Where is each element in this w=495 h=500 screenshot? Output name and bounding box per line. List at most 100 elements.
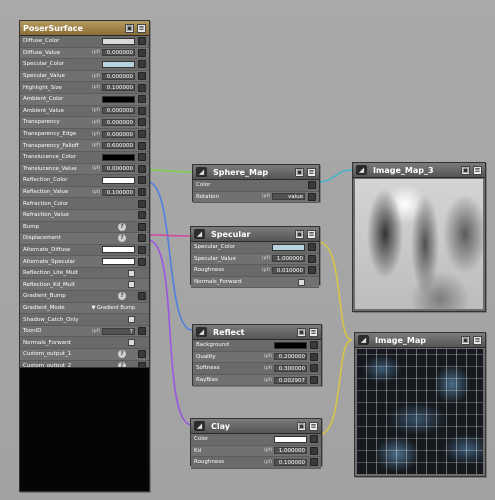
collapse-icon[interactable]: ◢ [194,229,205,239]
value-field[interactable]: 0.010000 [272,266,305,274]
value-field[interactable]: 0.000000 [102,165,135,173]
input-plug-icon[interactable] [138,164,146,173]
value-field[interactable]: 0.100000 [274,458,307,466]
checkbox[interactable] [128,339,135,347]
input-plug-icon[interactable] [308,266,316,275]
value-field[interactable]: 1.000000 [274,447,307,455]
input-plug-icon[interactable] [310,435,318,444]
input-plug-icon[interactable] [138,95,146,104]
input-plug-icon[interactable] [310,376,318,385]
input-row-roughness[interactable]: Roughness (pf) 0.010000 [191,265,319,277]
input-row-softness[interactable]: Softness (pf) 0.300000 [193,363,321,375]
color-swatch[interactable] [274,435,307,443]
input-plug-icon[interactable] [310,341,318,350]
value-field[interactable]: 0.000000 [102,118,135,126]
input-row-quality[interactable]: Quality (pf) 0.200000 [193,351,321,364]
value-field[interactable]: 0.600000 [102,142,135,150]
input-plug-icon[interactable] [138,48,146,57]
collapse-icon[interactable]: ◢ [358,335,369,345]
input-row-raybias[interactable]: RayBias (pf) 0.002907 [193,374,321,387]
color-swatch[interactable] [102,246,135,254]
preview-icon[interactable]: ▣ [125,23,134,33]
checkbox[interactable] [298,278,305,286]
input-plug-icon[interactable] [308,254,316,263]
input-plug-icon[interactable] [138,83,146,92]
node-poser-surface[interactable]: PoserSurface ▣ ≡ Diffuse_Color Diffuse_Va… [19,20,150,492]
input-plug-icon[interactable] [138,141,146,150]
input-plug-icon[interactable] [138,106,146,115]
value-field[interactable]: 0.300000 [274,364,307,372]
node-sphere-map[interactable]: ◢ Sphere_Map ▣ ≡ Color Rotation (pf) value [192,164,320,204]
input-plug-icon[interactable] [138,188,146,197]
preview-icon[interactable]: ▣ [461,335,470,345]
input-row-gradient-bump[interactable]: Gradient_Bump? [20,291,149,303]
input-plug-icon[interactable] [310,458,318,467]
color-swatch[interactable] [274,341,307,349]
node-image-map[interactable]: ◢ Image_Map ▣ ≡ [354,332,486,477]
input-plug-icon[interactable] [138,176,146,185]
preview-icon[interactable]: ▣ [295,229,304,239]
input-row-diffuse-color[interactable]: Diffuse_Color [20,36,149,48]
input-row-specular-color[interactable]: Specular_Color [191,242,319,254]
checkbox[interactable] [128,281,135,289]
node-clay[interactable]: ◢ Clay ▣ ≡ Color Kd (pf) 1.000000 Roughness (… [190,418,322,469]
input-row-specular-color[interactable]: Specular_Color [20,59,149,71]
menu-icon[interactable]: ≡ [473,335,482,345]
input-row-custom-output-1[interactable]: Custom_output_1? [20,349,149,361]
input-row-transparency[interactable]: Transparency (pf) 0.000000 [20,117,149,129]
input-plug-icon[interactable] [138,245,146,254]
input-row-kd[interactable]: Kd (pf) 1.000000 [191,445,321,458]
menu-icon[interactable]: ≡ [307,229,316,239]
value-field[interactable]: 0.200000 [274,353,307,361]
node-image-map-3[interactable]: ◢ Image_Map_3 ▣ ≡ [352,162,486,312]
value-field[interactable]: 0.000000 [102,72,135,80]
help-icon[interactable]: ? [118,292,126,301]
menu-icon[interactable]: ≡ [137,23,146,33]
input-row-transparency-falloff[interactable]: Transparency_Falloff (pf) 0.600000 [20,140,149,152]
color-swatch[interactable] [102,95,135,103]
node-header[interactable]: ◢ Clay ▣ ≡ [191,419,321,434]
input-plug-icon[interactable] [138,350,146,359]
input-plug-icon[interactable] [310,446,318,455]
preview-icon[interactable]: ▣ [461,165,470,175]
input-plug-icon[interactable] [310,352,318,361]
input-row-bump[interactable]: Bump? [20,221,149,234]
color-swatch[interactable] [272,243,305,251]
node-header[interactable]: ◢ Specular ▣ ≡ [191,227,319,242]
input-plug-icon[interactable] [138,222,146,231]
input-row-ambient-value[interactable]: Ambient_Value (pf) 0.000000 [20,105,149,118]
input-plug-icon[interactable] [308,181,316,190]
checkbox[interactable] [128,316,135,324]
preview-icon[interactable]: ▣ [297,327,306,337]
collapse-icon[interactable]: ◢ [356,165,367,175]
input-row-alternate-diffuse[interactable]: Alternate_Diffuse [20,244,149,257]
input-plug-icon[interactable] [138,130,146,139]
mode-dropdown[interactable]: ▼ Gradient Bump [92,305,135,311]
input-plug-icon[interactable] [138,292,146,301]
input-row-reflection-value[interactable]: Reflection_Value (pf) 0.100000 [20,186,149,199]
input-row-roughness[interactable]: Roughness (pf) 0.100000 [191,457,321,469]
input-row-reflection-color[interactable]: Reflection_Color [20,175,149,187]
input-row-rotation[interactable]: Rotation (pf) value [193,191,319,204]
value-field[interactable]: 0.002907 [274,376,307,384]
input-plug-icon[interactable] [138,60,146,69]
input-row-refraction-color[interactable]: Refraction_Color [20,198,149,210]
input-row-color[interactable]: Color [191,434,321,446]
node-header[interactable]: PoserSurface ▣ ≡ [20,21,149,36]
value-field[interactable]: 0.100000 [102,188,135,196]
input-row-ambient-color[interactable]: Ambient_Color [20,93,149,106]
node-header[interactable]: ◢ Image_Map_3 ▣ ≡ [353,163,485,178]
value-field[interactable]: value [272,193,305,201]
color-swatch[interactable] [102,37,135,45]
input-plug-icon[interactable] [138,118,146,127]
color-swatch[interactable] [102,153,135,161]
input-row-gradient-mode[interactable]: Gradient_Mode ▼ Gradient Bump [20,302,149,315]
color-swatch[interactable] [102,176,135,184]
menu-icon[interactable]: ≡ [307,167,316,177]
help-icon[interactable]: ? [118,234,126,243]
node-specular[interactable]: ◢ Specular ▣ ≡ Specular_Color Specular_Va… [190,226,320,289]
menu-icon[interactable]: ≡ [473,165,482,175]
input-row-highlight-size[interactable]: Highlight_Size (pf) 0.100000 [20,82,149,94]
value-field[interactable]: 0.000000 [102,130,135,138]
input-row-reflection-kd-mult[interactable]: Reflection_Kd_Mult [20,279,149,292]
